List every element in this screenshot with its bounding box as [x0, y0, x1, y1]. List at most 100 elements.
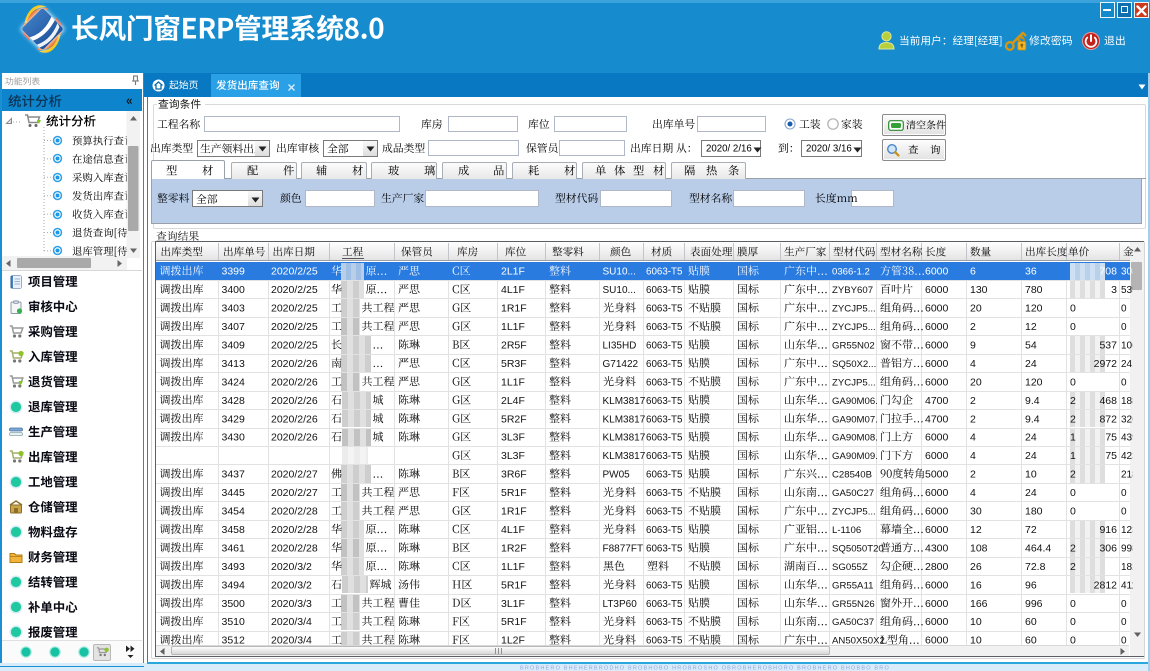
svg-text:3403: 3403 [222, 303, 246, 315]
svg-text:SQ50X2...: SQ50X2... [832, 359, 876, 370]
svg-text:C28540B: C28540B [832, 470, 872, 481]
svg-text:872: 872 [1099, 413, 1117, 425]
svg-text:0: 0 [1121, 488, 1127, 499]
svg-text:24: 24 [1025, 487, 1037, 499]
svg-text:1231: 1231 [1121, 525, 1144, 536]
svg-text:5R1F: 5R1F [501, 487, 527, 499]
svg-text:3494: 3494 [222, 579, 246, 591]
svg-text:9981: 9981 [1121, 544, 1144, 555]
svg-text:2188: 2188 [1121, 470, 1144, 481]
svg-text:KLM3817: KLM3817 [603, 414, 646, 425]
svg-text:5R1F: 5R1F [501, 616, 527, 628]
svg-text:6063-T5: 6063-T5 [646, 359, 683, 370]
svg-text:10: 10 [970, 635, 982, 647]
svg-text:4700: 4700 [925, 413, 949, 425]
svg-text:5R2F: 5R2F [501, 413, 527, 425]
svg-text:2: 2 [970, 321, 976, 333]
svg-text:6063-T5: 6063-T5 [646, 580, 683, 591]
svg-text:36: 36 [1025, 266, 1037, 278]
svg-text:2020/2/26: 2020/2/26 [271, 358, 318, 370]
svg-text:0: 0 [1121, 599, 1127, 610]
svg-text:708: 708 [1099, 266, 1117, 278]
svg-text:6000: 6000 [925, 321, 949, 333]
svg-text:2020/2/25: 2020/2/25 [271, 266, 318, 278]
svg-text:24: 24 [1025, 432, 1037, 444]
svg-text:GA50C27: GA50C27 [832, 488, 874, 499]
svg-text:0: 0 [1070, 321, 1076, 333]
svg-text:3512: 3512 [222, 635, 246, 647]
svg-text:SU10...: SU10... [603, 267, 636, 278]
svg-text:6000: 6000 [925, 598, 949, 610]
svg-text:120: 120 [1025, 303, 1043, 315]
svg-text:4: 4 [970, 487, 976, 499]
svg-text:2: 2 [1070, 395, 1076, 407]
svg-text:3461: 3461 [222, 543, 246, 555]
svg-text:GR55N26: GR55N26 [832, 599, 875, 610]
svg-text:4231: 4231 [1121, 451, 1144, 462]
svg-text:3510: 3510 [222, 616, 246, 628]
svg-text:GA90M06.: GA90M06. [832, 396, 878, 407]
svg-text:KLM3817: KLM3817 [603, 451, 646, 462]
svg-text:ZYCJP5...: ZYCJP5... [832, 507, 876, 518]
svg-text:2020/3/4: 2020/3/4 [271, 635, 312, 647]
svg-text:2020/2/25: 2020/2/25 [271, 321, 318, 333]
svg-text:ZYCJP5...: ZYCJP5... [832, 322, 876, 333]
svg-text:1R1F: 1R1F [501, 303, 527, 315]
svg-text:1L1F: 1L1F [501, 376, 525, 388]
svg-text:780: 780 [1025, 284, 1043, 296]
svg-text:6063-T5: 6063-T5 [646, 488, 683, 499]
svg-text:4111: 4111 [1121, 580, 1142, 591]
svg-text:3454: 3454 [222, 506, 246, 518]
svg-text:4300: 4300 [925, 543, 949, 555]
svg-text:1066: 1066 [1121, 341, 1144, 352]
svg-text:916: 916 [1099, 524, 1117, 536]
svg-text:4L1F: 4L1F [501, 524, 525, 536]
svg-text:3081: 3081 [1121, 267, 1144, 278]
svg-text:6000: 6000 [925, 487, 949, 499]
svg-text:6063-T5: 6063-T5 [646, 322, 683, 333]
svg-text:5000: 5000 [925, 469, 949, 481]
svg-text:2020/2/26: 2020/2/26 [271, 413, 318, 425]
svg-text:0: 0 [1121, 617, 1127, 628]
svg-text:60: 60 [1025, 635, 1037, 647]
svg-text:6000: 6000 [925, 340, 949, 352]
svg-text:130: 130 [970, 284, 988, 296]
svg-text:9.4: 9.4 [1025, 395, 1040, 407]
svg-text:3407: 3407 [222, 321, 246, 333]
svg-text:4: 4 [970, 450, 976, 462]
svg-text:2020/2/27: 2020/2/27 [271, 469, 318, 481]
svg-text:9.4: 9.4 [1025, 413, 1040, 425]
svg-text:0: 0 [1070, 487, 1076, 499]
svg-text:1821: 1821 [1121, 562, 1144, 573]
svg-text:468: 468 [1099, 395, 1117, 407]
svg-text:6063-T5: 6063-T5 [646, 304, 683, 315]
svg-text:306: 306 [1099, 543, 1117, 555]
svg-text:2: 2 [970, 395, 976, 407]
svg-text:180: 180 [1025, 506, 1043, 518]
svg-text:2: 2 [970, 469, 976, 481]
svg-text:2020/2/27: 2020/2/27 [271, 487, 318, 499]
svg-text:2: 2 [1070, 561, 1076, 573]
svg-text:3400: 3400 [222, 284, 246, 296]
svg-text:24: 24 [1025, 358, 1037, 370]
svg-text:3R6F: 3R6F [501, 469, 527, 481]
svg-text:3493: 3493 [222, 561, 246, 573]
svg-text:SG055Z: SG055Z [832, 562, 868, 573]
svg-text:3L3F: 3L3F [501, 450, 525, 462]
svg-text:6000: 6000 [925, 616, 949, 628]
svg-text:LI35HD: LI35HD [603, 341, 637, 352]
svg-text:LT3P60: LT3P60 [603, 599, 638, 610]
svg-text:72.8: 72.8 [1025, 561, 1046, 573]
svg-text:6063-T5: 6063-T5 [646, 414, 683, 425]
svg-text:GA90M07.: GA90M07. [832, 414, 878, 425]
svg-text:0: 0 [1070, 376, 1076, 388]
svg-text:GA90M09.: GA90M09. [832, 451, 878, 462]
svg-text:3428: 3428 [222, 395, 246, 407]
svg-text:ZYCJP5...: ZYCJP5... [832, 304, 876, 315]
svg-text:6063-T5: 6063-T5 [646, 267, 683, 278]
svg-text:2020/2/25: 2020/2/25 [271, 340, 318, 352]
svg-text:0: 0 [1070, 598, 1076, 610]
svg-text:0366-1.2: 0366-1.2 [832, 267, 870, 278]
svg-text:996: 996 [1025, 598, 1043, 610]
svg-text:2800: 2800 [925, 561, 949, 573]
